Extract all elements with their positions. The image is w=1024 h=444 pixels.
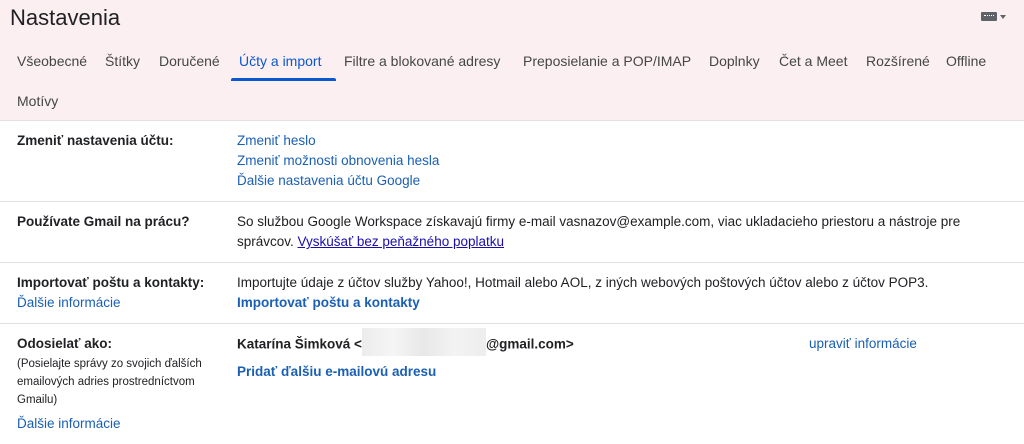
- keyboard-icon: [981, 12, 997, 21]
- work-description: So službou Google Workspace získavajú fi…: [237, 214, 961, 229]
- trial-link[interactable]: Vyskúšať bez peňažného poplatku: [298, 234, 504, 249]
- import-description: Importujte údaje z účtov služby Yahoo!, …: [237, 275, 929, 290]
- input-tools-toggle[interactable]: [981, 12, 1006, 21]
- email-domain: @gmail.com>: [485, 336, 574, 352]
- work-label: Používate Gmail na prácu?: [17, 214, 190, 229]
- tab-forwarding[interactable]: Preposielanie a POP/IMAP: [523, 44, 691, 80]
- settings-header: Nastavenia Všeobecné Štítky Doručené Účt…: [0, 0, 1024, 121]
- send-as-subtext: (Posielajte správy zo svojich ďalších em…: [17, 358, 202, 406]
- tab-chat-meet[interactable]: Čet a Meet: [779, 44, 847, 80]
- tab-filters[interactable]: Filtre a blokované adresy: [344, 44, 500, 80]
- page-title: Nastavenia: [10, 5, 121, 30]
- tab-labels[interactable]: Štítky: [105, 44, 140, 80]
- change-account-label: Zmeniť nastavenia účtu:: [17, 133, 174, 148]
- send-as-label: Odosielať ako:: [17, 336, 112, 351]
- google-account-settings-link[interactable]: Ďalšie nastavenia účtu Google: [237, 171, 439, 191]
- import-label: Importovať poštu a kontakty:: [17, 275, 205, 290]
- redacted-email: [361, 328, 486, 356]
- row-change-account: Zmeniť nastavenia účtu: Zmeniť heslo Zme…: [0, 121, 1024, 202]
- tab-general[interactable]: Všeobecné: [17, 44, 87, 80]
- row-import: Importovať poštu a kontakty: Ďalšie info…: [0, 263, 1024, 324]
- active-tab-indicator: [231, 78, 336, 81]
- tab-themes[interactable]: Motívy: [17, 84, 58, 120]
- send-as-more-info-link[interactable]: Ďalšie informácie: [17, 416, 121, 431]
- chevron-down-icon: [1000, 14, 1006, 19]
- row-work: Používate Gmail na prácu? So službou Goo…: [0, 202, 1024, 263]
- work-text: So službou Google Workspace získavajú fi…: [237, 212, 960, 252]
- change-account-links: Zmeniť heslo Zmeniť možnosti obnovenia h…: [237, 131, 439, 191]
- change-password-link[interactable]: Zmeniť heslo: [237, 131, 439, 151]
- add-email-address-link[interactable]: Pridať ďalšiu e-mailovú adresu: [237, 364, 436, 379]
- change-recovery-link[interactable]: Zmeniť možnosti obnovenia hesla: [237, 151, 439, 171]
- import-more-info-link[interactable]: Ďalšie informácie: [17, 295, 121, 310]
- sender-name: Katarína Šimková <: [237, 336, 362, 352]
- work-description-end: správcov.: [237, 234, 294, 249]
- import-mail-contacts-link[interactable]: Importovať poštu a kontakty: [237, 293, 928, 313]
- row-send-as: Odosielať ako: (Posielajte správy zo svo…: [0, 324, 1024, 444]
- tab-addons[interactable]: Doplnky: [709, 44, 760, 80]
- edit-info-link[interactable]: upraviť informácie: [809, 334, 917, 354]
- send-as-address: Katarína Šimková < @gmail.com>: [237, 328, 574, 356]
- tab-accounts-import[interactable]: Účty a import: [239, 44, 321, 80]
- tab-offline[interactable]: Offline: [946, 44, 986, 80]
- import-content: Importujte údaje z účtov služby Yahoo!, …: [237, 273, 928, 313]
- tab-inbox[interactable]: Doručené: [159, 44, 220, 80]
- tab-advanced[interactable]: Rozšírené: [866, 44, 930, 80]
